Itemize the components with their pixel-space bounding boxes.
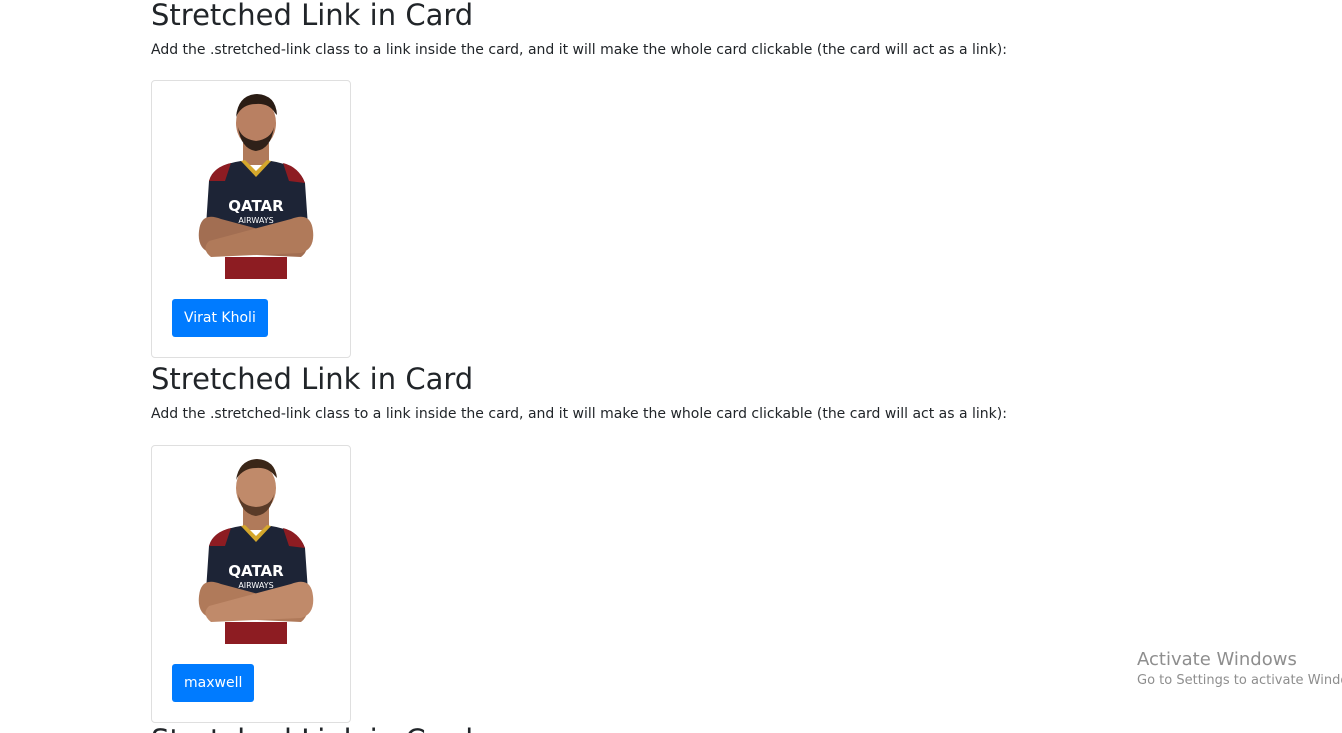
watermark-subtitle: Go to Settings to activate Windows. (1137, 673, 1342, 688)
watermark-title: Activate Windows (1137, 649, 1297, 670)
player-card-maxwell[interactable]: QATAR AIRWAYS maxwell (151, 445, 351, 723)
player-portrait-icon: QATAR AIRWAYS (198, 459, 314, 644)
svg-text:QATAR: QATAR (228, 197, 284, 215)
svg-text:AIRWAYS: AIRWAYS (238, 216, 273, 225)
svg-text:QATAR: QATAR (228, 562, 284, 580)
section-description: Add the .stretched-link class to a link … (151, 406, 1007, 422)
section-heading: Stretched Link in Card (151, 723, 1151, 733)
section-virat: Stretched Link in Card Add the .stretche… (151, 0, 1151, 358)
page: Stretched Link in Card Add the .stretche… (0, 0, 1342, 733)
section-partial: Stretched Link in Card (151, 723, 1151, 733)
player-link-button[interactable]: Virat Kholi (172, 299, 268, 337)
player-card-virat[interactable]: QATAR AIRWAYS Virat Kholi (151, 80, 351, 358)
player-portrait-icon: QATAR AIRWAYS (198, 94, 314, 279)
svg-text:AIRWAYS: AIRWAYS (238, 581, 273, 590)
player-link-button[interactable]: maxwell (172, 664, 255, 702)
section-description: Add the .stretched-link class to a link … (151, 42, 1007, 58)
section-heading: Stretched Link in Card (151, 362, 474, 396)
section-maxwell: Stretched Link in Card Add the .stretche… (151, 362, 1151, 723)
activate-windows-watermark: Activate Windows Go to Settings to activ… (1137, 649, 1342, 691)
section-heading: Stretched Link in Card (151, 0, 474, 32)
